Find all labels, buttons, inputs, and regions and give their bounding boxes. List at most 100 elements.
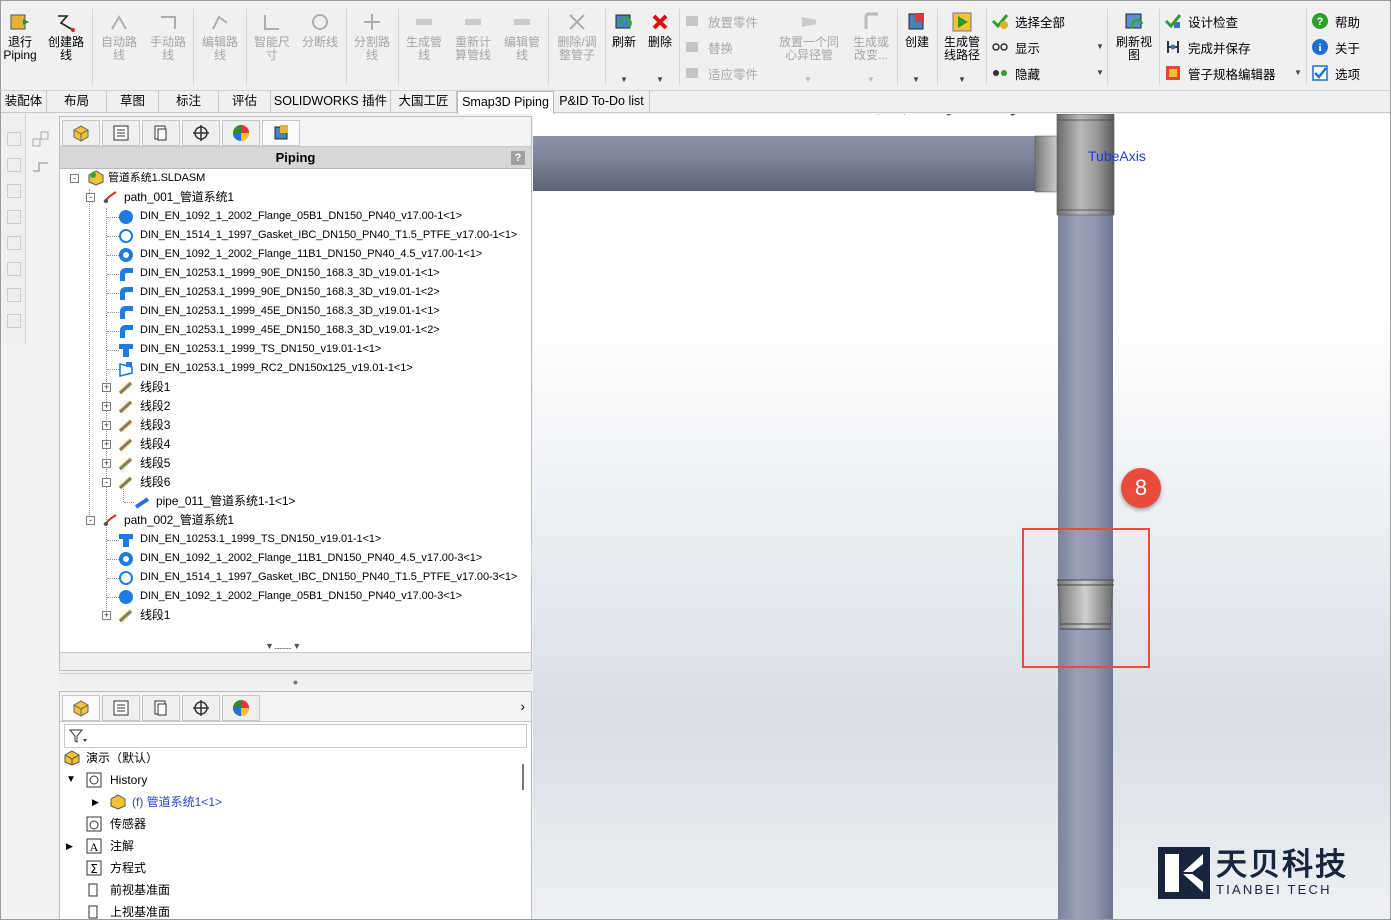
- tab-piping[interactable]: [262, 120, 300, 146]
- view-orientation-icon[interactable]: [967, 114, 985, 116]
- tee-fitting[interactable]: [1056, 114, 1115, 216]
- replace-button[interactable]: 替换: [684, 36, 733, 58]
- expand-toggle[interactable]: +: [102, 402, 111, 411]
- tab-feature-tree[interactable]: [62, 120, 100, 146]
- tab-configuration-manager[interactable]: [142, 120, 180, 146]
- delete-dropdown-arrow[interactable]: ▼: [656, 75, 664, 84]
- tab-sketch[interactable]: 草图: [107, 91, 159, 113]
- tab-dimxpert[interactable]: [182, 120, 220, 146]
- side-tool-icon[interactable]: [7, 158, 21, 172]
- collapse-toggle[interactable]: -: [70, 174, 79, 183]
- tab-property-manager[interactable]: [102, 695, 140, 721]
- vertical-pipe[interactable]: [1058, 114, 1113, 920]
- view-settings-monitor-icon[interactable]: [1152, 114, 1170, 116]
- tab-assembly[interactable]: 装配体: [1, 91, 47, 113]
- side-tool-icon[interactable]: [7, 184, 21, 198]
- pipe-model-3d[interactable]: [533, 114, 1391, 920]
- collapse-toggle[interactable]: -: [102, 478, 111, 487]
- hide-dropdown-arrow[interactable]: ▼: [1096, 68, 1104, 77]
- place-part-button[interactable]: 放置零件: [684, 10, 758, 32]
- help-question-icon[interactable]: ?: [511, 151, 525, 165]
- chevron-down-icon[interactable]: ▼: [66, 770, 76, 790]
- fit-part-button[interactable]: 适应零件: [684, 62, 758, 84]
- tab-display-manager[interactable]: [222, 695, 260, 721]
- generate-pipe-button[interactable]: 生成管 线: [401, 7, 447, 87]
- side-tool-icon[interactable]: [7, 262, 21, 276]
- collapse-toggle[interactable]: -: [86, 193, 95, 202]
- create-dropdown-arrow[interactable]: ▼: [912, 75, 920, 84]
- select-all-button[interactable]: 选择全部: [991, 10, 1065, 32]
- options-button[interactable]: 选项: [1311, 62, 1360, 84]
- side-tool-icon[interactable]: [7, 288, 21, 302]
- filter-funnel-icon[interactable]: [68, 728, 87, 747]
- create-route-button[interactable]: 创建路 线: [43, 7, 89, 87]
- panel-splitter[interactable]: ●: [59, 673, 532, 689]
- apply-scene-icon[interactable]: [1114, 114, 1132, 116]
- refresh-dropdown-arrow[interactable]: ▼: [620, 75, 628, 84]
- expand-toggle[interactable]: +: [102, 440, 111, 449]
- tab-daguo-gongjiang[interactable]: 大国工匠: [391, 91, 457, 113]
- chevron-right-icon[interactable]: ›: [520, 698, 525, 714]
- expand-toggle[interactable]: +: [102, 611, 111, 620]
- side-tool-icon[interactable]: [7, 236, 21, 250]
- tab-pid-todo-list[interactable]: P&ID To-Do list: [554, 91, 650, 113]
- edit-pipe-button[interactable]: 编辑管 线: [499, 7, 545, 87]
- about-button[interactable]: i 关于: [1311, 36, 1360, 58]
- lower-scrollbar-thumb[interactable]: [522, 764, 524, 790]
- delete-adjust-pipe-button[interactable]: 删除/调 整管子: [551, 7, 603, 87]
- generate-change-dropdown-arrow[interactable]: ▼: [867, 75, 875, 84]
- refresh-view-icon: [1123, 11, 1145, 33]
- help-button[interactable]: ? 帮助: [1311, 10, 1360, 32]
- tab-dimxpert[interactable]: [182, 695, 220, 721]
- edit-route-button[interactable]: 编辑路 线: [197, 7, 243, 87]
- hide-button[interactable]: 隐藏: [991, 62, 1040, 84]
- tree-scroll-indicator[interactable]: ▼ ........... ▼: [265, 641, 325, 651]
- tab-solidworks-addins[interactable]: SOLIDWORKS 插件: [271, 91, 391, 113]
- zoom-area-icon[interactable]: [889, 114, 907, 116]
- chevron-right-icon[interactable]: ▶: [92, 792, 99, 812]
- spec-editor-button[interactable]: 管子规格编辑器: [1164, 62, 1276, 84]
- auto-route-button[interactable]: 自动路 线: [96, 7, 142, 87]
- previous-view-icon[interactable]: [915, 114, 933, 116]
- edit-appearance-icon[interactable]: [1086, 114, 1104, 116]
- sub-assembly-icon[interactable]: [30, 129, 52, 151]
- break-line-button[interactable]: 分断线: [297, 7, 343, 87]
- smart-dimension-button[interactable]: 智能尺 寸: [249, 7, 295, 87]
- expand-toggle[interactable]: +: [102, 421, 111, 430]
- tab-feature-tree[interactable]: [62, 695, 100, 721]
- split-route-button[interactable]: 分割路 线: [349, 7, 395, 87]
- show-dropdown-arrow[interactable]: ▼: [1096, 42, 1104, 51]
- chevron-right-icon[interactable]: ▶: [66, 836, 73, 856]
- generate-route-path-dropdown-arrow[interactable]: ▼: [958, 75, 966, 84]
- tab-display-manager[interactable]: [222, 120, 260, 146]
- show-button[interactable]: 显示: [991, 36, 1040, 58]
- step-icon[interactable]: [30, 155, 52, 177]
- expand-toggle[interactable]: +: [102, 383, 111, 392]
- side-tool-icon[interactable]: [7, 314, 21, 328]
- refresh-view-button[interactable]: 刷新视 图: [1111, 7, 1157, 87]
- manual-route-button[interactable]: 手动路 线: [145, 7, 191, 87]
- tab-markup[interactable]: 标注: [159, 91, 219, 113]
- spec-editor-dropdown-arrow[interactable]: ▼: [1294, 68, 1302, 77]
- display-style-icon[interactable]: [1005, 114, 1023, 116]
- tree-filter-input[interactable]: [64, 724, 527, 748]
- tab-property-manager[interactable]: [102, 120, 140, 146]
- expand-toggle[interactable]: +: [102, 459, 111, 468]
- horizontal-pipe[interactable]: [533, 136, 1038, 191]
- recalculate-pipe-button[interactable]: 重新计 算管线: [450, 7, 496, 87]
- exit-piping-button[interactable]: 退行 Piping: [1, 7, 39, 87]
- tab-layout[interactable]: 布局: [47, 91, 107, 113]
- design-check-button[interactable]: 设计检查: [1164, 10, 1238, 32]
- side-tool-icon[interactable]: [7, 132, 21, 146]
- finish-save-button[interactable]: 完成并保存: [1164, 36, 1251, 58]
- graphics-viewport[interactable]: [533, 114, 1391, 920]
- place-reducer-dropdown-arrow[interactable]: ▼: [804, 75, 812, 84]
- tab-configuration-manager[interactable]: [142, 695, 180, 721]
- collapse-toggle[interactable]: -: [86, 516, 95, 525]
- side-tool-icon[interactable]: [7, 210, 21, 224]
- hide-show-items-icon[interactable]: [1043, 114, 1061, 116]
- tab-smap3d-piping[interactable]: Smap3D Piping: [457, 91, 554, 114]
- section-view-icon[interactable]: [941, 114, 959, 116]
- tab-evaluate[interactable]: 评估: [219, 91, 271, 113]
- zoom-to-fit-icon[interactable]: [863, 114, 881, 116]
